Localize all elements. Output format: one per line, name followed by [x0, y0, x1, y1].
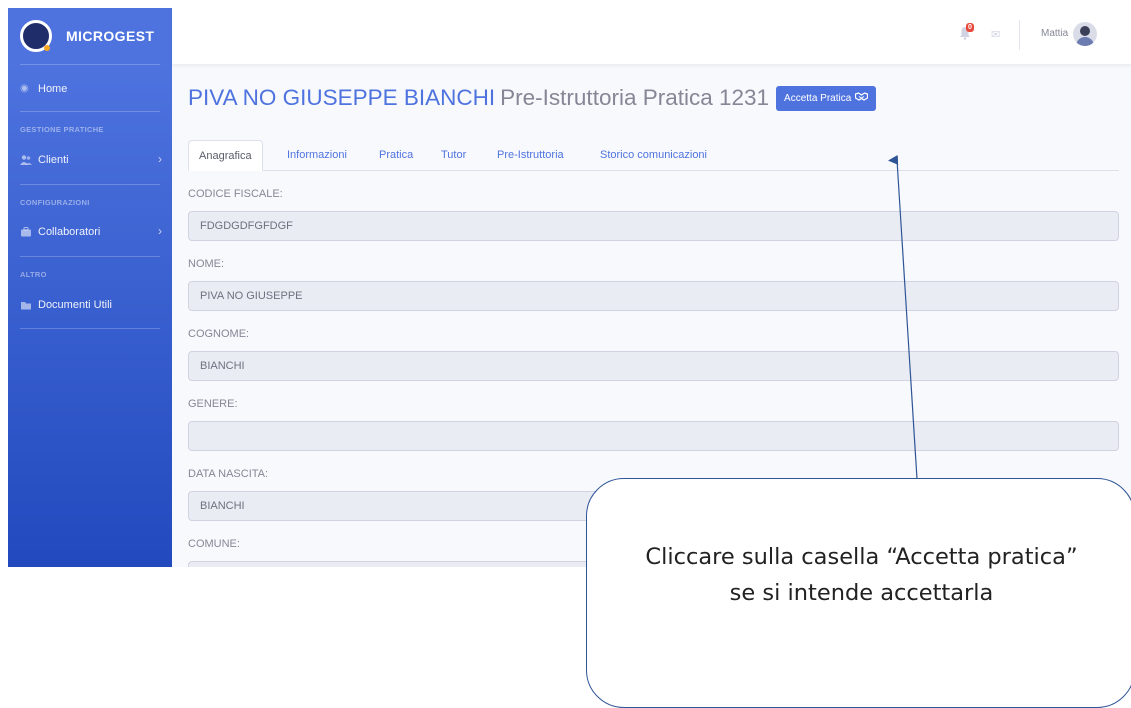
tab-informazioni[interactable]: Informazioni: [287, 140, 347, 170]
users-icon: [20, 154, 32, 166]
genere-field[interactable]: [188, 421, 1119, 451]
chevron-right-icon: ›: [158, 152, 162, 166]
sidebar-heading: ALTRO: [20, 270, 47, 279]
codice-fiscale-field[interactable]: FDGDGDFGFDGF: [188, 211, 1119, 241]
brand-name: MICROGEST: [66, 28, 155, 44]
sidebar-item-label: Home: [38, 83, 68, 95]
sidebar-item-clienti[interactable]: Clienti ›: [8, 149, 172, 171]
sidebar-divider: [20, 256, 160, 257]
sidebar-item-documenti-utili[interactable]: Documenti Utili: [8, 294, 172, 316]
sidebar-item-home[interactable]: ◉ Home: [8, 78, 172, 100]
field-label: GENERE:: [188, 398, 238, 410]
accept-pratica-button[interactable]: Accetta Pratica: [776, 85, 877, 111]
briefcase-icon: [20, 226, 32, 238]
sidebar-divider: [20, 111, 160, 112]
sidebar-item-label: Collaboratori: [38, 226, 101, 238]
sidebar-heading: CONFIGURAZIONI: [20, 198, 90, 207]
sidebar-divider: [20, 64, 160, 65]
tab-storico-comunicazioni[interactable]: Storico comunicazioni: [600, 140, 707, 170]
tab-bar: Anagrafica Informazioni Pratica Tutor Pr…: [188, 140, 1119, 171]
folder-icon: [20, 299, 32, 311]
sidebar-item-collaboratori[interactable]: Collaboratori ›: [8, 221, 172, 243]
page-title-subtitle: Pre-Istruttoria Pratica 1231: [500, 85, 770, 110]
topbar-divider: [1019, 20, 1020, 50]
field-label: CODICE FISCALE:: [188, 188, 283, 200]
field-label: COGNOME:: [188, 328, 250, 340]
user-name[interactable]: Mattia: [1041, 28, 1068, 39]
annotation-line-1: Cliccare sulla casella “Accetta pratica”: [645, 544, 1078, 570]
sidebar: MICROGEST ◉ Home GESTIONE PRATICHE Clien…: [8, 8, 172, 567]
brand[interactable]: MICROGEST: [8, 8, 172, 64]
accept-button-label: Accetta Pratica: [784, 92, 852, 104]
chevron-right-icon: ›: [158, 224, 162, 238]
sidebar-divider: [20, 184, 160, 185]
tab-anagrafica[interactable]: Anagrafica: [188, 140, 263, 171]
tab-pratica[interactable]: Pratica: [379, 140, 413, 170]
annotation-text: Cliccare sulla casella “Accetta pratica”…: [587, 539, 1131, 611]
tab-pre-istruttoria[interactable]: Pre-Istruttoria: [497, 140, 564, 170]
sidebar-item-label: Clienti: [38, 154, 69, 166]
sidebar-divider: [20, 328, 160, 329]
sidebar-heading: GESTIONE PRATICHE: [20, 125, 104, 134]
sidebar-item-label: Documenti Utili: [38, 299, 112, 311]
nome-field[interactable]: PIVA NO GIUSEPPE: [188, 281, 1119, 311]
topbar: 0 ✉ Mattia: [172, 8, 1131, 64]
page-title-name: PIVA NO GIUSEPPE BIANCHI: [188, 85, 496, 110]
cognome-field[interactable]: BIANCHI: [188, 351, 1119, 381]
field-label: COMUNE:: [188, 538, 240, 550]
tab-tutor[interactable]: Tutor: [441, 140, 466, 170]
field-label: NOME:: [188, 258, 225, 270]
brand-logo-icon: [20, 20, 52, 52]
annotation-line-2: se si intende accettarla: [729, 580, 994, 606]
field-label: DATA NASCITA:: [188, 468, 269, 480]
page-title: PIVA NO GIUSEPPE BIANCHI Pre-Istruttoria…: [188, 85, 877, 111]
annotation-callout: Cliccare sulla casella “Accetta pratica”…: [586, 478, 1131, 708]
avatar[interactable]: [1073, 22, 1097, 46]
notification-badge: 0: [966, 23, 974, 32]
dashboard-icon: ◉: [20, 83, 29, 94]
envelope-icon[interactable]: ✉: [991, 28, 1000, 41]
handshake-icon: [855, 92, 869, 104]
